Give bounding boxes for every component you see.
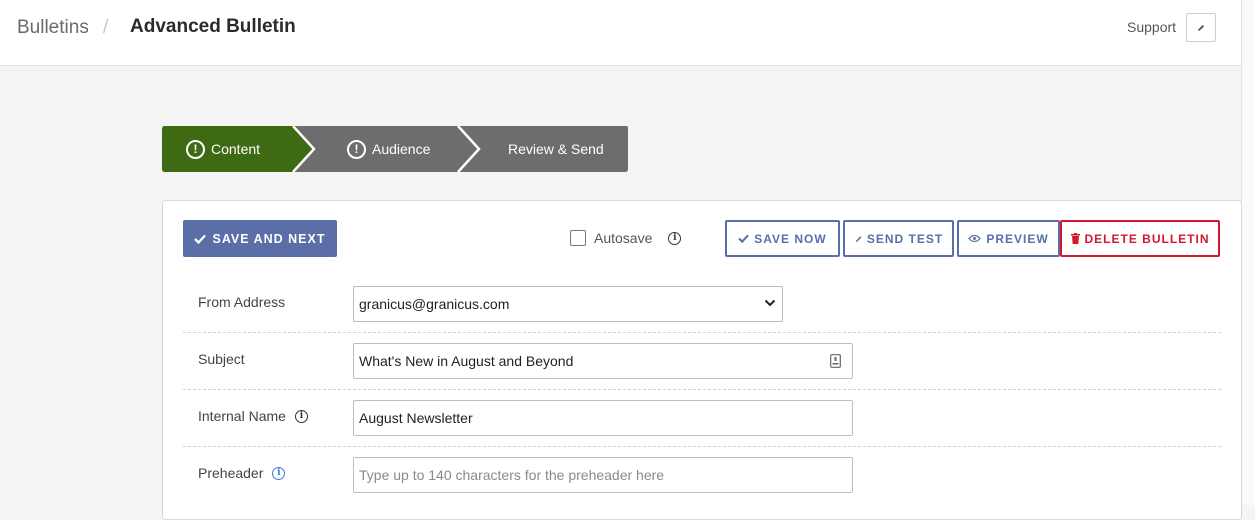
delete-bulletin-button[interactable]: DELETE BULLETIN [1060,220,1220,257]
page-title: Advanced Bulletin [130,16,296,37]
preheader-label-group: Preheader i [198,465,286,481]
subject-value: What's New in August and Beyond [359,353,574,369]
preheader-label: Preheader [198,465,264,481]
step-review-send[interactable]: Review & Send [508,126,604,172]
preheader-input[interactable]: Type up to 140 characters for the prehea… [353,457,853,493]
preview-button[interactable]: PREVIEW [957,220,1060,257]
check-icon [194,234,207,244]
autosave-label[interactable]: Autosave [594,230,652,246]
edit-button[interactable] [1186,13,1216,42]
info-icon[interactable]: i [294,409,308,423]
step-review-send-label: Review & Send [508,141,604,157]
info-icon[interactable]: i [668,231,682,245]
trash-icon [1070,233,1080,244]
alert-circle-icon: ! [347,139,366,159]
send-test-label: SEND TEST [866,231,944,246]
internal-name-input[interactable]: August Newsletter [353,400,853,436]
eye-icon [968,234,982,243]
internal-name-value: August Newsletter [359,410,473,426]
step-audience[interactable]: ! Audience [347,126,430,172]
from-address-value: granicus@granicus.com [359,296,510,312]
send-test-button[interactable]: SEND TEST [843,220,954,257]
chevron-down-icon [764,299,776,307]
step-content[interactable]: ! Content [186,126,260,172]
progress-steps: ! Content ! Audience Review & Send [162,126,628,172]
form-row-subject: Subject What's New in August and Beyond [183,333,1221,390]
merge-field-icon[interactable] [830,354,841,368]
save-and-next-label: SAVE AND NEXT [212,231,326,246]
save-now-button[interactable]: SAVE NOW [725,220,840,257]
internal-name-label-group: Internal Name i [198,408,308,424]
preview-label: PREVIEW [986,231,1049,246]
pencil-icon [1198,24,1204,31]
check-icon [738,234,750,243]
subject-label: Subject [198,351,245,367]
autosave-control: Autosave i [570,230,682,246]
alert-circle-icon: ! [186,139,205,159]
preheader-placeholder: Type up to 140 characters for the prehea… [359,467,665,483]
autosave-checkbox[interactable] [570,230,586,246]
top-bar: Bulletins / Advanced Bulletin Support [0,0,1255,66]
bulletin-editor-panel: SAVE AND NEXT Autosave i SAVE NOW SEND T… [162,200,1242,520]
internal-name-label: Internal Name [198,408,286,424]
from-address-select[interactable]: granicus@granicus.com [353,286,783,322]
pencil-icon [855,235,862,242]
info-icon[interactable]: i [272,466,286,480]
save-now-label: SAVE NOW [754,231,827,246]
support-link[interactable]: Support [1127,19,1176,35]
subject-input[interactable]: What's New in August and Beyond [353,343,853,379]
step-content-label: Content [211,141,261,157]
form-row-internal-name: Internal Name i August Newsletter [183,390,1221,447]
from-address-label: From Address [198,294,286,310]
scrollbar[interactable] [1241,0,1255,505]
delete-bulletin-label: DELETE BULLETIN [1084,231,1210,246]
breadcrumb-bulletins[interactable]: Bulletins [17,17,89,39]
form-row-from-address: From Address granicus@granicus.com [183,276,1221,333]
breadcrumb-separator: / [103,17,109,38]
form-row-preheader: Preheader i Type up to 140 characters fo… [183,447,1221,504]
save-and-next-button[interactable]: SAVE AND NEXT [183,220,337,257]
step-audience-label: Audience [372,141,431,157]
